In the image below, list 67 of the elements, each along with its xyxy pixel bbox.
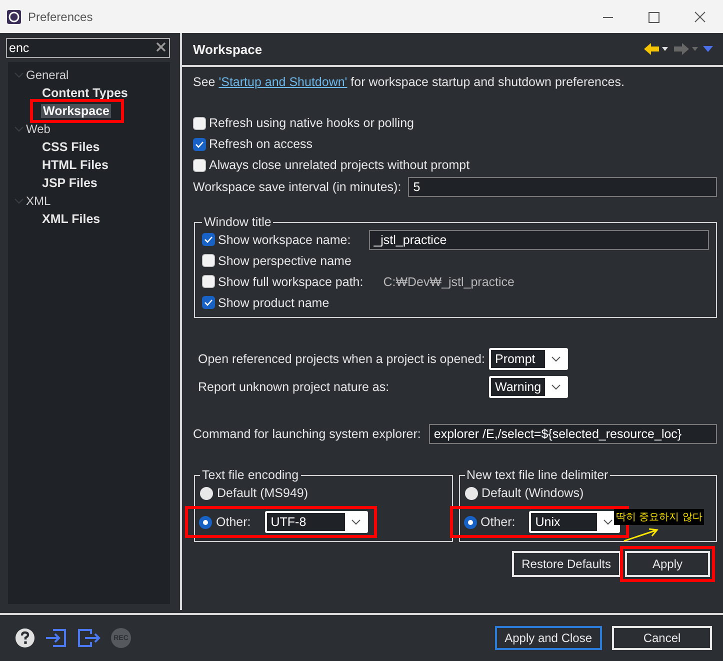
group-title: New text file line delimiter [466,468,610,482]
tree-item[interactable]: Workspace [41,104,112,118]
menu-icon[interactable] [703,46,713,52]
import-icon[interactable] [45,628,67,648]
intro-text: See 'Startup and Shutdown' for workspace startup and shutdown preferences. [193,74,626,91]
radio-button[interactable] [464,486,478,500]
radio-label: Default (MS949) [217,486,308,500]
filter-field[interactable]: enc [6,38,170,58]
dropdown[interactable]: Prompt [488,348,568,370]
field-label: Command for launching system explorer: [193,427,421,441]
radio-button[interactable] [199,516,212,528]
push-button[interactable]: Cancel [612,626,712,650]
group-title: Window title [203,215,272,229]
checkbox-label: Refresh on access [209,137,313,151]
checkbox[interactable] [202,233,215,246]
tree-item[interactable]: General [24,68,71,82]
radio-label: Other: [480,515,516,529]
checkbox[interactable] [193,138,206,150]
checkbox[interactable] [193,116,206,130]
radio-button[interactable] [200,486,213,500]
tree-item[interactable]: HTML Files [40,158,110,172]
dropdown[interactable]: Warning [488,376,568,398]
checkbox-label: Show workspace name: [218,232,351,246]
tree-item[interactable]: CSS Files [40,140,102,154]
chevron-icon[interactable] [603,519,614,525]
checkbox-label: Show full workspace path: [218,274,364,288]
input-field[interactable]: _jstl_practice [368,230,709,250]
checkbox-label: Always close unrelated projects without prompt [209,158,470,172]
annotation-note: 딱히 중요하지 않다 [614,509,704,525]
app-icon [6,8,22,24]
help-icon[interactable] [15,628,35,648]
tree-item[interactable]: Content Types [40,86,130,100]
push-button[interactable]: Apply and Close [494,626,602,650]
tree-item[interactable]: Web [24,122,52,136]
input-field[interactable]: explorer /E,/select=${selected_resource_loc} [428,424,717,444]
tree-item[interactable]: XML [24,194,53,208]
startup-link[interactable]: 'Startup and Shutdown' [218,75,348,89]
dropdown[interactable]: UTF-8 [264,511,368,533]
field-label: Report unknown project nature as: [198,380,390,394]
chevron-icon[interactable] [350,519,361,525]
radio-label: Default (Windows) [482,486,584,500]
checkbox[interactable] [202,275,215,288]
push-button[interactable]: Restore Defaults [512,551,621,577]
checkbox-label: Show product name [218,296,330,310]
field-label: Open referenced projects when a project is opened: [198,352,485,366]
chevron-icon[interactable] [550,356,561,362]
annotation-arrow [623,527,661,543]
push-button[interactable]: Apply [625,551,710,577]
tree-item[interactable]: XML Files [40,212,102,226]
tree-item[interactable]: JSP Files [40,176,100,190]
radio-button[interactable] [464,516,476,528]
radio-label: Other: [216,515,251,529]
back-icon[interactable] [643,42,669,56]
export-icon[interactable] [77,628,101,648]
chevron-icon[interactable] [551,384,562,390]
checkbox[interactable] [202,254,215,267]
checkbox-label: Refresh using native hooks or polling [209,116,414,130]
page-title: Workspace [193,42,264,56]
clear-icon[interactable] [156,42,166,52]
checkbox-label: Show perspective name [218,254,352,268]
path-text: C:₩Dev₩_jstl_practice [383,274,514,288]
input-field[interactable]: 5 [408,177,717,197]
checkbox[interactable] [202,296,215,309]
window-title: Preferences [28,10,94,24]
field-label: Workspace save interval (in minutes): [193,180,402,194]
group-title: Text file encoding [201,468,300,482]
checkbox[interactable] [193,158,206,172]
